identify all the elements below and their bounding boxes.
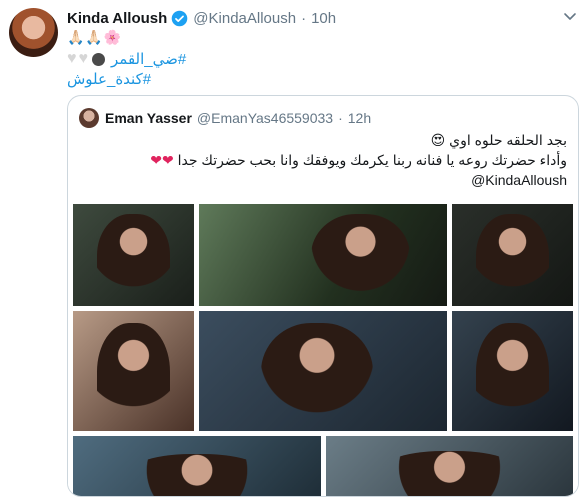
quoted-tweet-header: Eman Yasser @EmanYas46559033 · 12h	[79, 108, 371, 128]
collage-photo-2	[199, 204, 447, 306]
tweet-header: Kinda Alloush @KindaAlloush · 10h	[67, 8, 336, 28]
hashtag-link-1[interactable]: #ضي_القمر	[111, 50, 186, 68]
author-handle[interactable]: @KindaAlloush	[193, 10, 296, 27]
quoted-author-name: Eman Yasser	[105, 110, 192, 126]
quoted-text-2: وأداء حضرتك روعه يا فنانه ربنا يكرمك ويو…	[177, 152, 567, 168]
quoted-text-line-1: بجد الحلقه حلوه اوي 😍	[431, 132, 567, 149]
quoted-text-1: بجد الحلقه حلوه اوي	[449, 132, 567, 148]
quoted-tweet-card[interactable]: Eman Yasser @EmanYas46559033 · 12h بجد ا…	[67, 95, 579, 497]
quoted-timestamp: 12h	[347, 110, 372, 126]
red-hearts-emoji: ❤❤	[150, 152, 174, 168]
quoted-header-separator: ·	[338, 110, 343, 126]
quoted-text-line-2: وأداء حضرتك روعه يا فنانه ربنا يكرمك ويو…	[150, 152, 567, 169]
white-heart-icon: ♥	[67, 50, 77, 67]
collage-photo-1	[73, 204, 194, 306]
quoted-author-avatar	[79, 108, 99, 128]
emoji-line: 🙏🏻🙏🏻🌸	[67, 29, 123, 45]
collage-image[interactable]	[68, 198, 578, 496]
chevron-down-icon[interactable]	[562, 8, 578, 24]
dark-circle-emoji-icon	[92, 52, 105, 66]
hashtag-line-1: #ضي_القمر ♥ ♥	[67, 50, 186, 69]
quoted-mention[interactable]: @KindaAlloush	[471, 172, 567, 188]
white-heart-icon: ♥	[78, 50, 89, 67]
collage-photo-3	[452, 204, 573, 306]
verified-badge-icon	[171, 10, 188, 26]
header-separator: ·	[301, 9, 307, 27]
quoted-author-handle: @EmanYas46559033	[196, 110, 334, 126]
heart-eyes-emoji: 😍	[430, 132, 446, 148]
collage-photo-7	[73, 436, 321, 496]
collage-photo-6	[452, 311, 573, 431]
hashtag-link-2[interactable]: #كندة_علوش	[67, 70, 151, 88]
author-name[interactable]: Kinda Alloush	[67, 10, 167, 27]
collage-photo-4	[73, 311, 194, 431]
tweet-timestamp[interactable]: 10h	[311, 10, 336, 27]
hearts-emoji: ♥ ♥	[67, 51, 105, 67]
collage-photo-5	[199, 311, 447, 431]
author-avatar[interactable]	[9, 8, 58, 57]
collage-photo-8	[326, 436, 573, 496]
